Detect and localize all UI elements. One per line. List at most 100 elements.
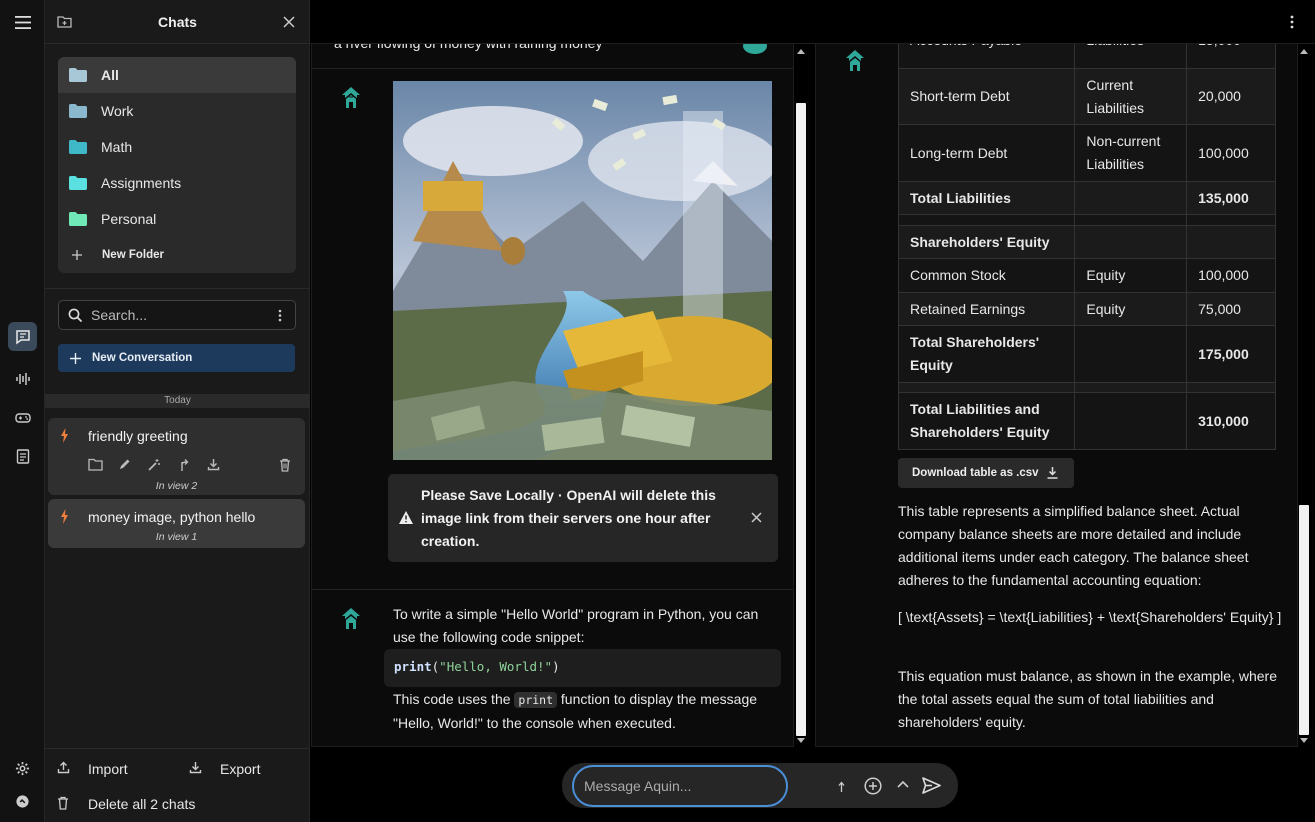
message-input[interactable] <box>572 765 788 807</box>
download-csv-label: Download table as .csv <box>912 467 1039 479</box>
chat-actions <box>88 458 298 474</box>
document-icon[interactable] <box>8 442 37 471</box>
download-icon[interactable] <box>189 761 202 774</box>
folder-item-assignments[interactable]: Assignments <box>58 165 296 201</box>
bolt-icon <box>61 509 68 524</box>
move-to-folder-icon[interactable] <box>88 458 103 471</box>
close-icon[interactable] <box>283 16 295 28</box>
table-cell: Liabilities <box>1074 44 1188 69</box>
settings-gear-icon[interactable] <box>8 754 37 783</box>
chat-item-money-image[interactable]: money image, python hello In view 1 <box>48 499 305 548</box>
inline-code: print <box>514 692 558 708</box>
table-cell: Equity <box>1074 292 1188 326</box>
export-button[interactable]: Export <box>220 761 260 777</box>
help-icon[interactable] <box>8 787 37 816</box>
save-locally-warning: Please Save Locally · OpenAI will delete… <box>388 474 778 562</box>
table-cell: 100,000 <box>1186 258 1276 293</box>
new-conversation-label: New Conversation <box>92 352 193 364</box>
code-block[interactable]: print("Hello, World!") <box>384 649 781 687</box>
add-circle-icon[interactable] <box>864 777 882 795</box>
conversation-pane-left: a river flowing of money with raining mo… <box>311 44 794 747</box>
folder-icon <box>69 68 87 82</box>
divider <box>45 288 310 289</box>
folder-label: Math <box>101 139 133 155</box>
table-row: Shareholders' Equity <box>897 225 1276 259</box>
table-cell: Accounts Payable <box>897 44 1076 69</box>
new-conversation-button[interactable]: New Conversation <box>58 344 295 372</box>
table-cell <box>897 382 1076 393</box>
download-csv-button[interactable]: Download table as .csv <box>898 458 1074 488</box>
folder-item-all[interactable]: All <box>58 57 296 93</box>
scroll-up-arrow[interactable] <box>1300 49 1308 54</box>
new-folder-button[interactable]: New Folder <box>58 237 296 273</box>
magic-wand-icon[interactable] <box>147 458 161 472</box>
folder-label: Assignments <box>101 175 182 191</box>
table-cell: Total Liabilities <box>897 181 1076 215</box>
scrollbar-thumb[interactable] <box>1299 505 1309 735</box>
chat-item-friendly-greeting[interactable]: friendly greeting In view 2 <box>48 418 305 495</box>
trash-icon[interactable] <box>279 458 291 472</box>
folder-item-work[interactable]: Work <box>58 93 296 129</box>
search-input[interactable] <box>91 307 261 323</box>
trash-icon[interactable] <box>57 796 69 810</box>
chat-icon[interactable] <box>8 322 37 351</box>
user-avatar <box>742 44 768 56</box>
table-row: Total Shareholders' Equity 175,000 <box>897 325 1276 383</box>
download-icon[interactable] <box>207 458 220 471</box>
branch-icon[interactable] <box>179 458 191 472</box>
table-cell <box>1074 181 1188 215</box>
assistant-reply-outro: This code uses the print function to dis… <box>393 688 778 735</box>
more-vertical-icon[interactable] <box>278 309 282 322</box>
generated-image[interactable] <box>393 81 772 460</box>
conversation-pane-right: Accounts Payable Liabilities 15,000 Shor… <box>815 44 1298 747</box>
search-box <box>58 300 296 330</box>
assistant-paragraph: This equation must balance, as shown in … <box>898 668 1277 730</box>
table-cell: Long-term Debt <box>897 124 1076 182</box>
menu-icon[interactable] <box>8 8 37 37</box>
table-row <box>897 214 1276 226</box>
table-cell: 310,000 <box>1186 392 1276 450</box>
upload-icon[interactable] <box>57 761 70 774</box>
table-cell: Equity <box>1074 258 1188 293</box>
right-pane-scrollbar[interactable] <box>1299 44 1311 747</box>
left-pane-scrollbar[interactable] <box>796 44 808 747</box>
import-button[interactable]: Import <box>88 761 128 777</box>
table-cell: Total Shareholders' Equity <box>897 325 1076 383</box>
folder-item-math[interactable]: Math <box>58 129 296 165</box>
table-row: Common Stock Equity 100,000 <box>897 258 1276 293</box>
table-row <box>897 382 1276 393</box>
folder-item-personal[interactable]: Personal <box>58 201 296 237</box>
folder-label: All <box>101 67 119 83</box>
more-vertical-icon[interactable] <box>1290 15 1294 29</box>
audio-waveform-icon[interactable] <box>8 364 37 393</box>
edit-pencil-icon[interactable] <box>118 458 131 471</box>
arrow-up-small-icon[interactable] <box>838 781 845 793</box>
table-cell <box>897 214 1076 226</box>
user-message: a river flowing of money with raining mo… <box>334 44 602 55</box>
assistant-avatar-icon <box>844 48 866 74</box>
folder-icon <box>69 212 87 226</box>
table-row: Accounts Payable Liabilities 15,000 <box>897 44 1276 69</box>
send-icon[interactable] <box>922 777 941 794</box>
sidebar-footer: Import Export Delete all 2 chats <box>45 748 310 822</box>
scroll-down-arrow[interactable] <box>797 738 805 743</box>
gamepad-icon[interactable] <box>8 403 37 432</box>
table-row: Total Liabilities and Shareholders' Equi… <box>897 392 1276 450</box>
scroll-up-arrow[interactable] <box>797 49 805 54</box>
warning-text: Please Save Locally · OpenAI will delete… <box>421 487 716 549</box>
delete-all-chats-button[interactable]: Delete all 2 chats <box>88 796 195 812</box>
close-icon[interactable] <box>751 512 762 523</box>
table-row: Total Liabilities 135,000 <box>897 181 1276 215</box>
code-function: print <box>394 659 432 674</box>
assistant-avatar-icon <box>340 606 362 632</box>
folder-icon <box>69 104 87 118</box>
plus-icon <box>72 250 82 260</box>
table-cell: Current Liabilities <box>1074 68 1188 125</box>
sidebar-title: Chats <box>158 14 197 30</box>
new-folder-label: New Folder <box>102 249 164 261</box>
folder-icon <box>69 140 87 154</box>
chevron-up-icon[interactable] <box>897 780 909 788</box>
scrollbar-thumb[interactable] <box>796 103 806 736</box>
chat-title: friendly greeting <box>88 428 188 444</box>
scroll-down-arrow[interactable] <box>1300 738 1308 743</box>
